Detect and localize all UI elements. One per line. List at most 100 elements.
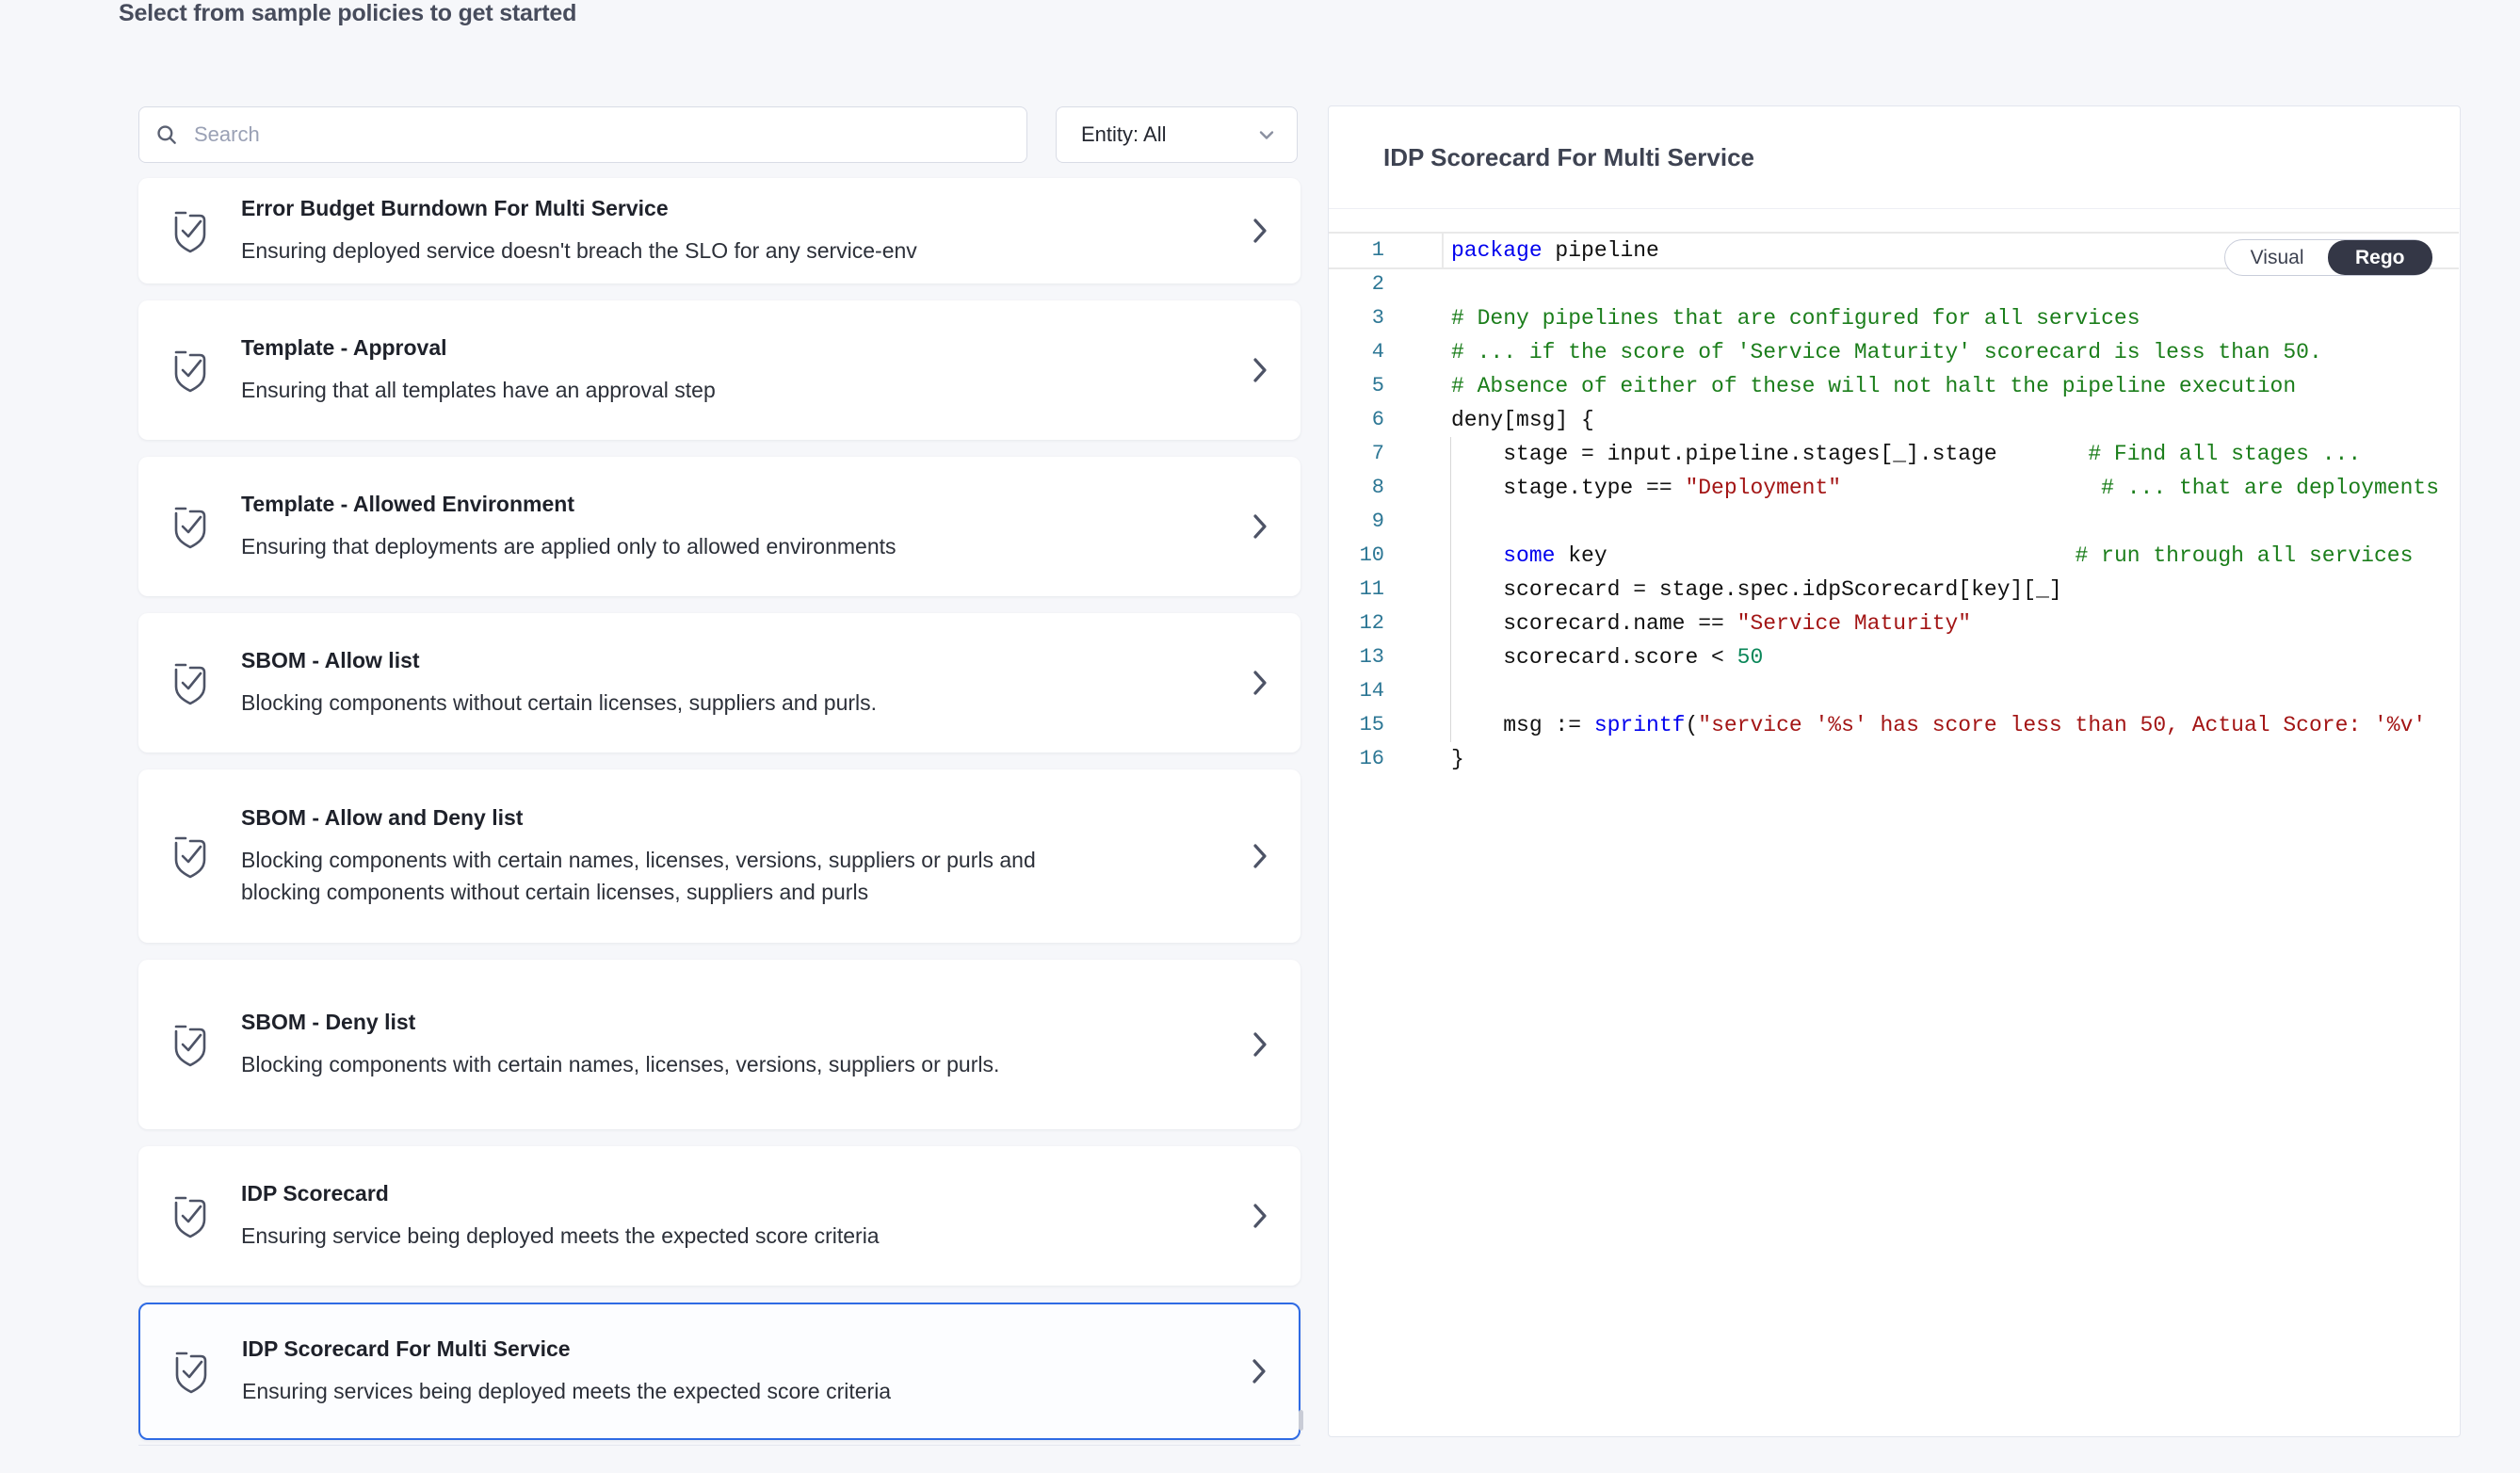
policy-detail-panel: IDP Scorecard For Multi Service 1 package… [1328,105,2461,1437]
policy-card[interactable]: IDP Scorecard For Multi Service Ensuring … [138,1303,1300,1440]
shield-check-icon [139,1022,241,1067]
code-line-content: some key # run through all services [1451,539,2413,573]
line-number: 8 [1329,471,1384,505]
code-line: 14 [1329,674,2460,708]
line-number: 2 [1329,267,1384,301]
chevron-right-icon [1220,355,1300,385]
policy-title: SBOM - Allow list [241,648,1220,673]
chevron-right-icon [1220,216,1300,246]
line-number: 11 [1329,573,1384,607]
line-number: 13 [1329,640,1384,674]
code-line: 10 some key # run through all services [1329,539,2460,573]
list-controls: Entity: All [138,106,1300,163]
code-line: 5 # Absence of either of these will not h… [1329,369,2460,403]
code-line: 7 stage = input.pipeline.stages[_].stage… [1329,437,2460,471]
toggle-option-visual[interactable]: Visual [2225,242,2330,274]
list-scrollbar-thumb[interactable] [1299,1410,1303,1431]
shield-check-icon [139,208,241,253]
chevron-right-icon [1220,1029,1300,1060]
line-number: 1 [1329,234,1384,267]
policy-card[interactable]: SBOM - Allow list Blocking components wit… [138,613,1300,753]
line-number: 3 [1329,301,1384,335]
entity-filter-dropdown[interactable]: Entity: All [1056,106,1298,163]
policy-list-panel: Entity: All Error Budget Burndown For Mu… [138,106,1300,1446]
line-number: 16 [1329,742,1384,776]
code-line: 11 scorecard = stage.spec.idpScorecard[k… [1329,573,2460,607]
line-number: 9 [1329,505,1384,539]
code-line-content: # Deny pipelines that are configured for… [1451,301,2140,335]
policy-title: Template - Allowed Environment [241,492,1220,517]
code-line-content: # Absence of either of these will not ha… [1451,369,2296,403]
code-line: 13 scorecard.score < 50 [1329,640,2460,674]
list-bottom-divider [138,1445,1300,1446]
shield-check-icon [139,660,241,705]
code-line: 15 msg := sprintf("service '%s' has scor… [1329,708,2460,742]
code-line: 8 stage.type == "Deployment" # ... that … [1329,471,2460,505]
code-line: 6 deny[msg] { [1329,403,2460,437]
code-line-content: scorecard = stage.spec.idpScorecard[key]… [1451,573,2062,607]
code-line-content: scorecard.score < 50 [1451,640,1763,674]
code-line: 16} [1329,742,2460,776]
toggle-option-rego[interactable]: Rego [2328,240,2432,275]
policy-title: IDP Scorecard [241,1181,1220,1206]
policy-title: SBOM - Allow and Deny list [241,805,1220,831]
policy-description: Blocking components without certain lice… [241,687,1070,719]
detail-title: IDP Scorecard For Multi Service [1383,143,1754,172]
chevron-right-icon [1220,841,1300,871]
shield-check-icon [139,834,241,879]
policy-description: Blocking components with certain names, … [241,844,1070,908]
code-editor[interactable]: 1 package pipeline 23 # Deny pipelines that… [1329,209,2460,776]
line-number: 5 [1329,369,1384,403]
code-line-content: # ... if the score of 'Service Maturity'… [1451,335,2322,369]
policy-card[interactable]: SBOM - Allow and Deny list Blocking compo… [138,769,1300,943]
chevron-right-icon [1220,511,1300,542]
code-line-content: msg := sprintf("service '%s' has score l… [1451,708,2426,742]
policy-description: Blocking components with certain names, … [241,1048,1070,1080]
policy-card[interactable]: Error Budget Burndown For Multi Service E… [138,178,1300,283]
code-line-content: scorecard.name == "Service Maturity" [1451,607,1971,640]
search-box[interactable] [138,106,1027,163]
policy-title: Template - Approval [241,335,1220,361]
chevron-right-icon [1220,1356,1299,1386]
code-line-content: stage.type == "Deployment" # ... that ar… [1451,471,2439,505]
line-number: 7 [1329,437,1384,471]
editor-mode-toggle: Visual Rego [2224,239,2431,276]
line-number: 4 [1329,335,1384,369]
policy-description: Ensuring that deployments are applied on… [241,530,1070,562]
policy-title: Error Budget Burndown For Multi Service [241,196,1220,221]
detail-header: IDP Scorecard For Multi Service [1329,106,2460,209]
chevron-right-icon [1220,1201,1300,1231]
code-line-content: deny[msg] { [1451,403,1594,437]
policy-description: Ensuring deployed service doesn't breach… [241,235,1070,267]
search-icon [154,122,179,147]
chevron-right-icon [1220,668,1300,698]
line-number: 12 [1329,607,1384,640]
policy-description: Ensuring services being deployed meets t… [242,1375,1071,1407]
policy-card[interactable]: Template - Approval Ensuring that all tem… [138,300,1300,440]
search-input[interactable] [192,121,1011,148]
chevron-down-icon [1255,123,1278,146]
policy-description: Ensuring that all templates have an appr… [241,374,1070,406]
shield-check-icon [139,348,241,393]
policy-title: SBOM - Deny list [241,1010,1220,1035]
policy-card[interactable]: IDP Scorecard Ensuring service being depl… [138,1146,1300,1286]
code-line-content: package pipeline [1451,234,1659,267]
line-number: 14 [1329,674,1384,708]
policy-title: IDP Scorecard For Multi Service [242,1336,1220,1362]
code-line: 4 # ... if the score of 'Service Maturity… [1329,335,2460,369]
policy-card[interactable]: Template - Allowed Environment Ensuring t… [138,457,1300,596]
line-number: 10 [1329,539,1384,573]
shield-check-icon [139,504,241,549]
code-line-content: } [1451,742,1464,776]
policy-card[interactable]: SBOM - Deny list Blocking components with… [138,960,1300,1129]
line-number: 15 [1329,708,1384,742]
entity-filter-label: Entity: All [1081,122,1166,147]
policy-description: Ensuring service being deployed meets th… [241,1220,1070,1252]
code-line: 12 scorecard.name == "Service Maturity" [1329,607,2460,640]
page-title: Select from sample policies to get start… [119,0,576,27]
code-line: 9 [1329,505,2460,539]
line-number: 6 [1329,403,1384,437]
code-line-content: stage = input.pipeline.stages[_].stage #… [1451,437,2361,471]
policy-card-list: Error Budget Burndown For Multi Service E… [138,178,1300,1440]
shield-check-icon [140,1349,242,1394]
